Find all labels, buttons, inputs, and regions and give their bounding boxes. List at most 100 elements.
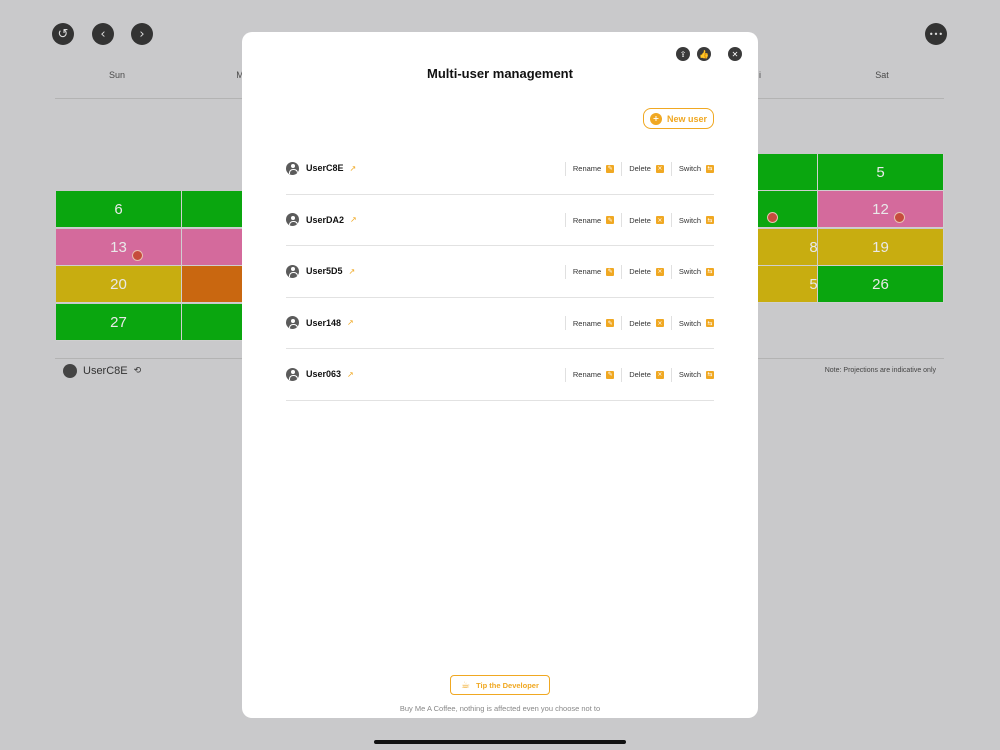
switch-user-icon: ⟲ [133, 366, 142, 376]
projection-note: Note: Projections are indicative only [824, 367, 936, 374]
delete-icon: × [655, 267, 664, 276]
open-user-icon[interactable]: ↗ [347, 318, 354, 327]
user-name: UserC8E [306, 163, 344, 174]
delete-button[interactable]: Delete × [621, 316, 664, 330]
open-user-icon[interactable]: ↗ [349, 267, 356, 276]
delete-icon: × [655, 319, 664, 327]
delete-icon: × [655, 370, 664, 379]
modal-title: Multi-user management [427, 66, 573, 81]
switch-icon: ⇆ [706, 216, 714, 224]
users-icon [63, 364, 77, 378]
user-avatar-icon [286, 367, 299, 381]
tip-note: Buy Me A Coffee, nothing is affected eve… [399, 704, 601, 713]
user-actions: Rename ✎ Delete × Switch ⇆ [564, 195, 714, 246]
day-cell[interactable]: 27 [56, 304, 182, 341]
switch-button[interactable]: Switch ⇆ [670, 367, 714, 382]
switch-label: Switch [678, 267, 701, 276]
open-user-icon[interactable]: ↗ [350, 164, 357, 173]
delete-label: Delete [629, 318, 651, 328]
new-user-button[interactable]: + New user [643, 108, 714, 129]
user-name: User148 [306, 317, 342, 328]
day-cell[interactable]: 20 [56, 266, 182, 303]
rename-icon: ✎ [606, 216, 615, 224]
switch-icon: ⇆ [706, 319, 714, 327]
prev-month-icon[interactable]: ‹ [92, 23, 114, 45]
more-icon[interactable]: ••• [925, 23, 947, 45]
thumbs-up-icon[interactable]: 👍 [697, 47, 711, 61]
rename-icon: ✎ [606, 319, 615, 327]
day-cell[interactable]: 12 [818, 191, 944, 228]
user-avatar-icon [286, 264, 299, 278]
event-dot [132, 250, 143, 261]
delete-label: Delete [629, 164, 651, 173]
current-user[interactable]: UserC8E ⟲ [63, 364, 141, 378]
rename-icon: ✎ [606, 370, 615, 379]
switch-button[interactable]: Switch ⇆ [670, 161, 714, 176]
delete-button[interactable]: Delete × [621, 161, 664, 176]
user-actions: Rename ✎ Delete × Switch ⇆ [564, 349, 714, 400]
user-actions: Rename ✎ Delete × Switch ⇆ [564, 298, 714, 349]
share-icon[interactable]: ⇪ [676, 47, 690, 61]
switch-button[interactable]: Switch ⇆ [670, 264, 714, 279]
day-cell[interactable]: 5 [818, 154, 944, 191]
switch-button[interactable]: Switch ⇆ [670, 316, 714, 330]
close-icon[interactable]: ✕ [728, 47, 742, 61]
switch-button[interactable]: Switch ⇆ [670, 213, 714, 227]
open-user-icon[interactable]: ↗ [347, 370, 354, 379]
user-row: User148 ↗ Rename ✎ Delete × Switch ⇆ [286, 298, 714, 349]
rename-button[interactable]: Rename ✎ [564, 316, 615, 330]
switch-icon: ⇆ [706, 370, 714, 379]
switch-icon: ⇆ [706, 267, 714, 276]
delete-button[interactable]: Delete × [621, 367, 664, 382]
home-indicator[interactable] [374, 740, 626, 744]
rename-button[interactable]: Rename ✎ [564, 367, 615, 382]
rename-label: Rename [572, 318, 602, 328]
multi-user-modal: ⇪ 👍 ✕ Multi-user management + New user U… [242, 32, 758, 718]
rename-label: Rename [572, 370, 602, 379]
day-cell[interactable]: 13 [56, 229, 182, 266]
delete-label: Delete [629, 267, 651, 276]
tip-developer-button[interactable]: ☕ Tip the Developer [450, 675, 550, 695]
delete-label: Delete [629, 215, 651, 225]
rename-button[interactable]: Rename ✎ [564, 264, 615, 279]
coffee-icon: ☕ [461, 679, 471, 691]
rename-button[interactable]: Rename ✎ [564, 213, 615, 227]
user-name: User5D5 [306, 266, 343, 277]
rename-label: Rename [572, 267, 602, 276]
switch-label: Switch [678, 164, 701, 173]
dow-sat: Sat [875, 70, 889, 80]
rename-button[interactable]: Rename ✎ [564, 161, 615, 176]
user-row: User5D5 ↗ Rename ✎ Delete × Switch ⇆ [286, 246, 714, 298]
switch-label: Switch [678, 318, 701, 328]
switch-label: Switch [678, 370, 701, 379]
day-cell[interactable]: 19 [818, 229, 944, 266]
user-actions: Rename ✎ Delete × Switch ⇆ [564, 246, 714, 297]
next-month-icon[interactable]: › [131, 23, 153, 45]
event-dot [894, 212, 905, 223]
delete-icon: × [655, 216, 664, 224]
dow-sun: Sun [108, 70, 125, 80]
user-name: UserDA2 [306, 214, 345, 225]
user-name: User063 [306, 369, 342, 380]
event-dot [767, 212, 778, 223]
rename-icon: ✎ [606, 267, 615, 276]
open-user-icon[interactable]: ↗ [350, 215, 357, 224]
day-cell[interactable]: 26 [818, 266, 944, 303]
user-row: User063 ↗ Rename ✎ Delete × Switch ⇆ [286, 349, 714, 401]
user-avatar-icon [286, 316, 299, 330]
user-actions: Rename ✎ Delete × Switch ⇆ [564, 143, 714, 194]
user-list: UserC8E ↗ Rename ✎ Delete × Switch ⇆ UserDA… [286, 143, 714, 401]
reset-icon[interactable]: ↺ [52, 23, 74, 45]
new-user-label: New user [666, 113, 708, 124]
tip-label: Tip the Developer [476, 680, 539, 690]
day-cell[interactable]: 6 [56, 191, 182, 228]
rename-label: Rename [572, 164, 602, 173]
user-avatar-icon [286, 161, 299, 175]
user-row: UserDA2 ↗ Rename ✎ Delete × Switch ⇆ [286, 195, 714, 246]
delete-icon: × [655, 164, 664, 173]
delete-button[interactable]: Delete × [621, 213, 664, 227]
delete-label: Delete [629, 370, 651, 379]
rename-icon: ✎ [606, 164, 615, 173]
add-user-icon: + [649, 112, 662, 125]
delete-button[interactable]: Delete × [621, 264, 664, 279]
